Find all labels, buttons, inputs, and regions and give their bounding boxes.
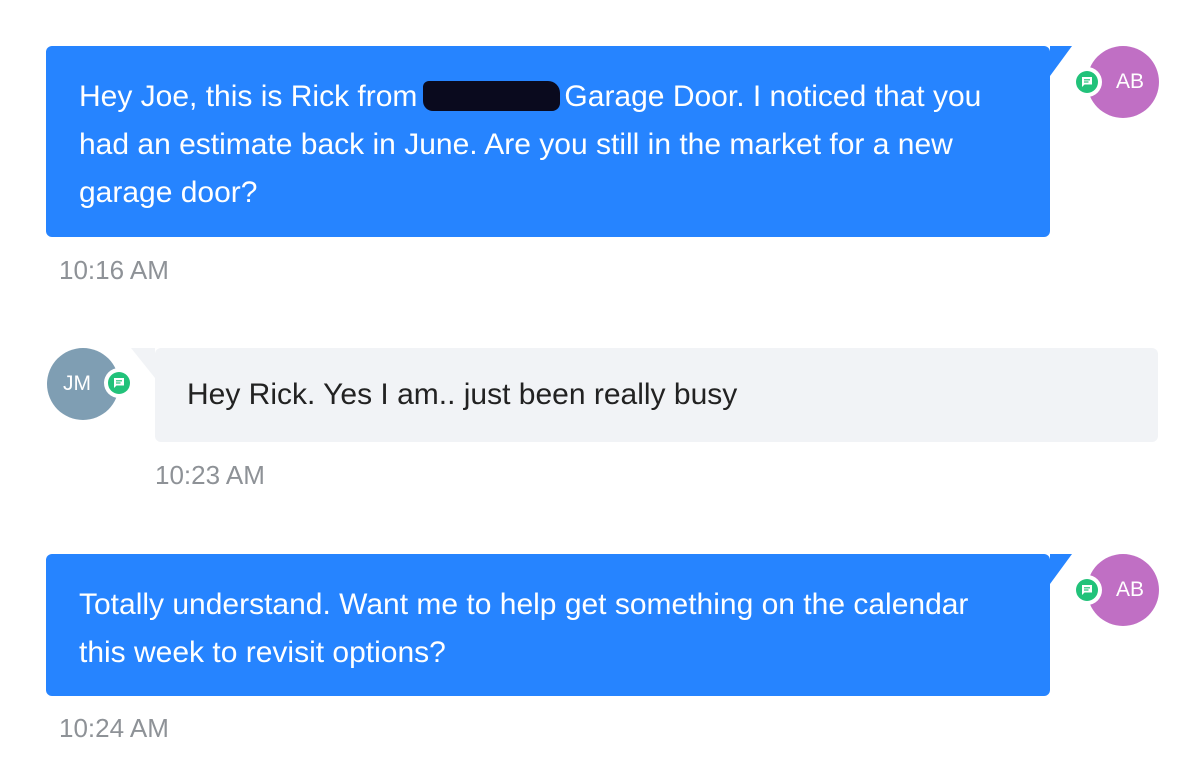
avatar-initials: JM <box>63 372 91 395</box>
message-text: Totally understand. Want me to help get … <box>79 588 969 669</box>
message-bubble-outgoing: Totally understand. Want me to help get … <box>46 554 1072 696</box>
message-timestamp: 10:23 AM <box>155 460 265 490</box>
sms-icon <box>104 368 134 398</box>
message-bubble-incoming: Hey Rick. Yes I am.. just been really bu… <box>131 348 1158 442</box>
avatar-initials: AB <box>1115 70 1144 93</box>
sms-icon <box>1072 67 1102 97</box>
redaction-mark <box>423 81 561 111</box>
avatar-initials: AB <box>1115 578 1144 601</box>
message-timestamp: 10:24 AM <box>59 713 169 743</box>
conversation-thread: Hey Joe, this is Rick from Garage Door. I… <box>0 0 1200 768</box>
message-bubble-outgoing: Hey Joe, this is Rick from Garage Door. I… <box>46 46 1072 237</box>
message-text: Hey Rick. Yes I am.. just been really bu… <box>187 378 738 411</box>
message-timestamp: 10:16 AM <box>59 255 169 285</box>
sms-icon <box>1072 575 1102 605</box>
message-text: Hey Joe, this is Rick from <box>79 80 418 113</box>
